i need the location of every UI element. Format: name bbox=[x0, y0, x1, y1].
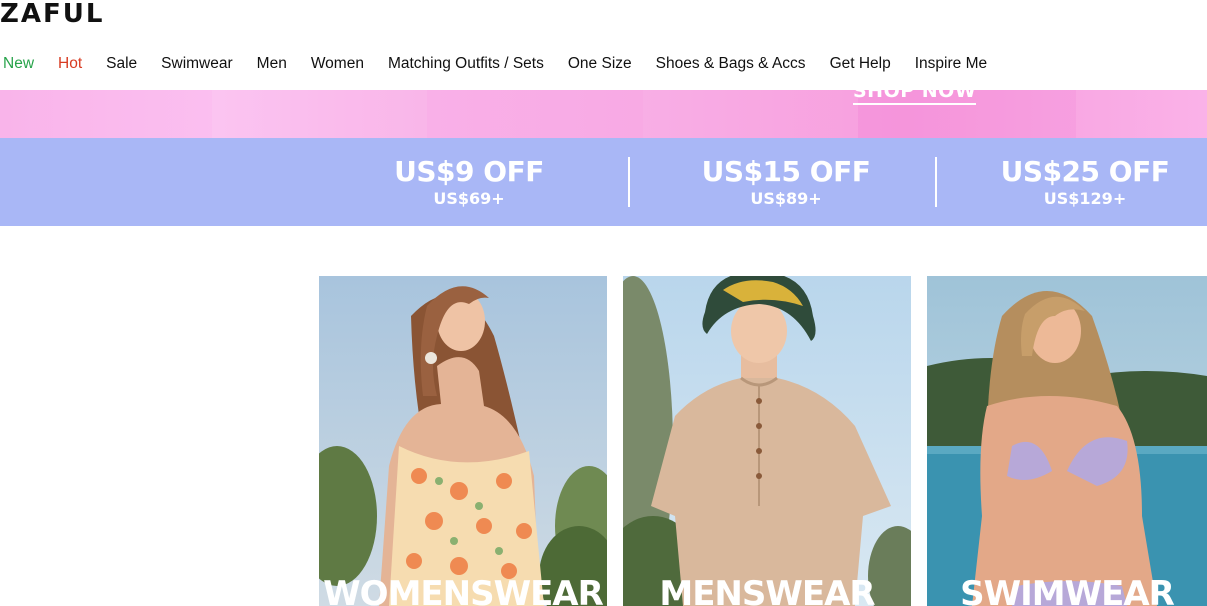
nav-swimwear[interactable]: Swimwear bbox=[161, 55, 232, 73]
category-label: SWIMWEAR bbox=[960, 574, 1175, 606]
nav-men[interactable]: Men bbox=[257, 55, 287, 73]
deal-tier-3[interactable]: US$25 OFF US$129+ bbox=[996, 156, 1174, 210]
deal-divider bbox=[935, 157, 937, 207]
nav-hot[interactable]: Hot bbox=[58, 55, 82, 73]
deal-threshold: US$69+ bbox=[433, 189, 505, 208]
deal-divider bbox=[628, 157, 630, 207]
deal-amount: US$25 OFF bbox=[1000, 155, 1170, 188]
main-nav: New Hot Sale Swimwear Men Women Matching… bbox=[0, 50, 1011, 78]
category-card-swimwear[interactable]: SWIMWEAR bbox=[927, 276, 1207, 606]
category-label: WOMENSWEAR bbox=[323, 574, 604, 606]
deal-amount: US$15 OFF bbox=[701, 155, 871, 188]
deal-threshold: US$129+ bbox=[1043, 189, 1127, 208]
category-label: MENSWEAR bbox=[659, 574, 875, 606]
womenswear-photo bbox=[319, 276, 607, 606]
category-card-menswear[interactable]: MENSWEAR bbox=[623, 276, 911, 606]
banner-tile bbox=[643, 90, 858, 138]
zaful-logo[interactable]: ZAFUL bbox=[0, 0, 104, 28]
swimwear-photo bbox=[927, 276, 1207, 606]
nav-women[interactable]: Women bbox=[311, 55, 364, 73]
discount-bar: US$9 OFF US$69+ US$15 OFF US$89+ US$25 O… bbox=[0, 138, 1207, 226]
nav-shoes-bags-accs[interactable]: Shoes & Bags & Accs bbox=[656, 55, 806, 73]
deal-tier-2[interactable]: US$15 OFF US$89+ bbox=[700, 156, 872, 210]
shop-now-link[interactable]: SHOP NOW bbox=[853, 90, 977, 105]
category-card-womenswear[interactable]: WOMENSWEAR bbox=[319, 276, 607, 606]
nav-matching-outfits-sets[interactable]: Matching Outfits / Sets bbox=[388, 55, 544, 73]
deal-tier-1[interactable]: US$9 OFF US$69+ bbox=[388, 156, 550, 210]
nav-get-help[interactable]: Get Help bbox=[830, 55, 891, 73]
nav-sale[interactable]: Sale bbox=[106, 55, 137, 73]
nav-one-size[interactable]: One Size bbox=[568, 55, 632, 73]
deal-amount: US$9 OFF bbox=[394, 155, 544, 188]
nav-inspire-me[interactable]: Inspire Me bbox=[915, 55, 987, 73]
promo-banner[interactable]: SHOP NOW bbox=[0, 90, 1207, 138]
deal-threshold: US$89+ bbox=[750, 189, 822, 208]
banner-tile bbox=[212, 90, 427, 138]
nav-new[interactable]: New bbox=[3, 55, 34, 73]
menswear-photo bbox=[623, 276, 911, 606]
